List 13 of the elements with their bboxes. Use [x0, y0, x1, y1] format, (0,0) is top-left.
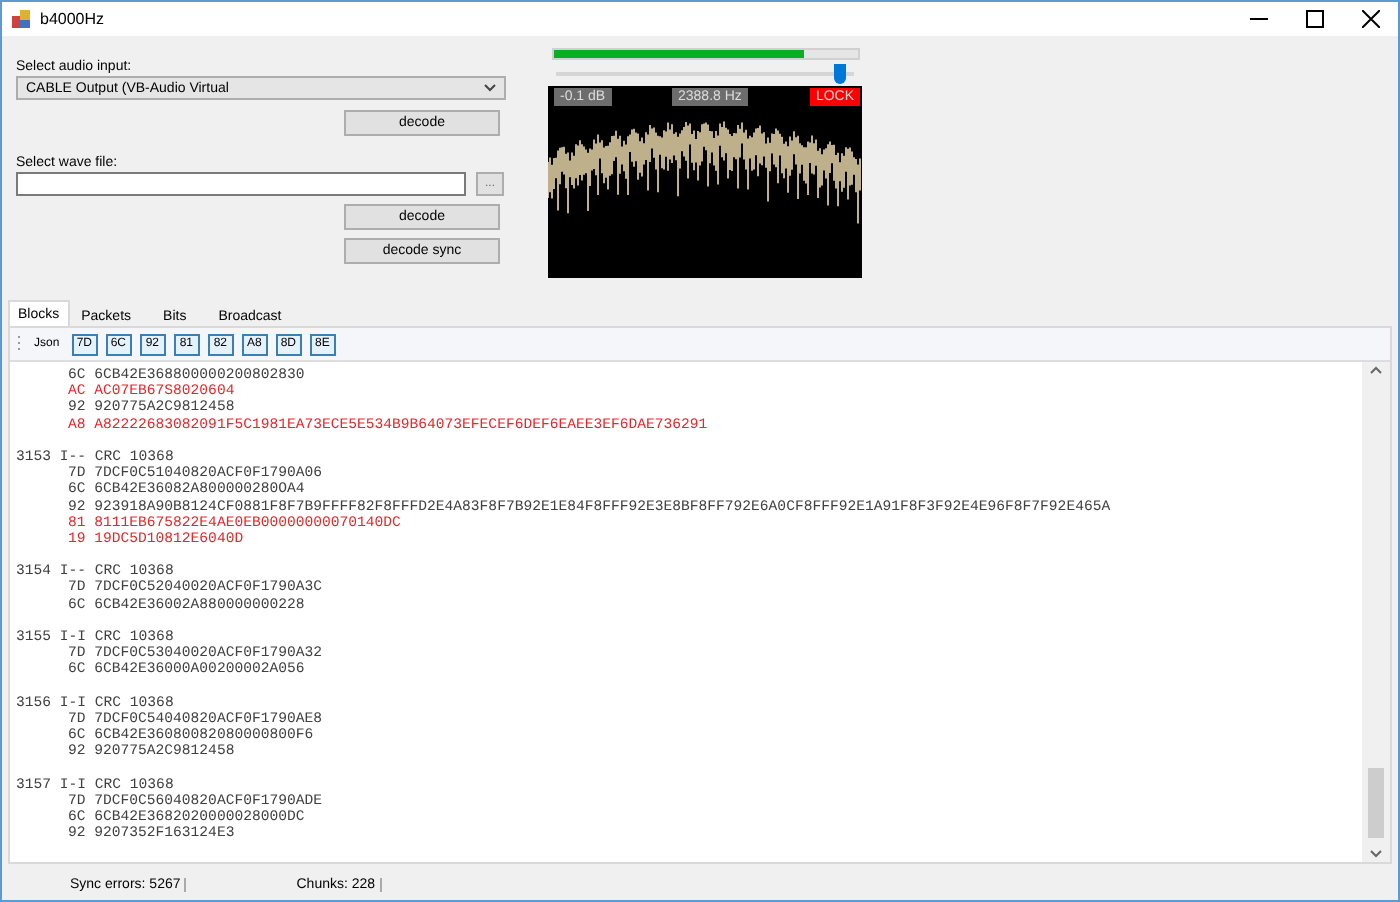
gain-slider[interactable]	[556, 62, 854, 86]
app-icon	[12, 10, 30, 28]
scrollbar-thumb[interactable]	[1368, 768, 1384, 838]
slider-thumb[interactable]	[833, 64, 846, 84]
close-icon	[1361, 10, 1379, 28]
scroll-down-icon[interactable]	[1370, 850, 1382, 858]
scroll-up-icon[interactable]	[1370, 366, 1382, 374]
wave-file-input[interactable]	[16, 172, 466, 196]
chevron-down-icon	[484, 84, 496, 92]
window-title: b4000Hz	[40, 10, 107, 28]
scrollbar[interactable]	[1362, 362, 1390, 862]
minimize-icon	[1249, 18, 1267, 20]
maximize-icon	[1305, 10, 1323, 28]
